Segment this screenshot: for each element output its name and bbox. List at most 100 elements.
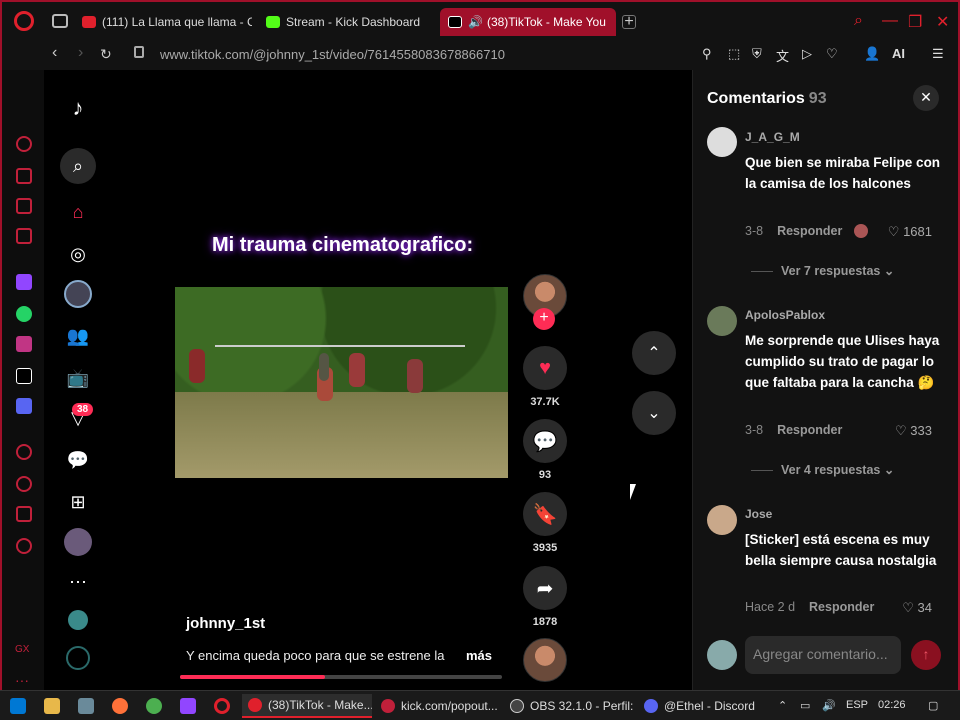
comment-like-button[interactable]: ♡ 34 xyxy=(902,600,932,616)
back-icon[interactable]: ‹ xyxy=(52,44,57,62)
volume-icon[interactable]: 🔊 xyxy=(822,699,836,712)
upload-icon[interactable]: ⊞ xyxy=(64,488,92,516)
speaker-icon[interactable]: 🔊 xyxy=(468,15,483,29)
instagram-icon[interactable] xyxy=(16,336,32,352)
close-window-icon[interactable]: ✕ xyxy=(936,12,949,32)
app-avatar[interactable] xyxy=(68,610,88,630)
comment-username[interactable]: Jose xyxy=(745,507,772,521)
comment-username[interactable]: ApolosPablox xyxy=(745,308,825,322)
more-button[interactable]: más xyxy=(466,648,492,663)
reply-button[interactable]: Responder xyxy=(809,600,874,614)
maximize-icon[interactable]: ❐ xyxy=(908,12,922,32)
previous-video-button[interactable]: ⌃ xyxy=(632,331,676,375)
follow-button[interactable]: + xyxy=(533,308,555,330)
sidebar-more-icon[interactable]: ··· xyxy=(15,672,29,688)
lock-icon[interactable] xyxy=(134,46,144,58)
profile-avatar[interactable] xyxy=(64,528,92,556)
taskbar-item-tiktok[interactable]: (38)TikTok - Make... xyxy=(242,694,372,718)
discord-icon[interactable] xyxy=(16,398,32,414)
history-icon[interactable] xyxy=(16,476,32,492)
comment-input[interactable]: Agregar comentario... xyxy=(745,636,901,674)
windows-start-icon[interactable] xyxy=(10,698,26,714)
shield-icon[interactable]: ⛨ xyxy=(752,46,762,62)
taskbar-item-discord[interactable]: @Ethel - Discord xyxy=(638,694,758,718)
reload-icon[interactable]: ↻ xyxy=(100,46,112,63)
view-replies-button[interactable]: Ver 4 respuestas ⌄ xyxy=(751,462,894,477)
comment-like-button[interactable]: ♡ 1681 xyxy=(888,224,932,240)
chrome-icon[interactable] xyxy=(146,698,162,714)
taskbar-item-kick[interactable]: kick.com/popout... xyxy=(375,694,500,718)
opera-taskbar-icon[interactable] xyxy=(214,698,230,714)
taskbar-item-obs[interactable]: OBS 32.1.0 - Perfil:... xyxy=(504,694,634,718)
comment-button[interactable]: 💬 xyxy=(523,419,567,463)
comment-avatar[interactable] xyxy=(707,127,737,157)
reply-button[interactable]: Responder xyxy=(777,224,842,238)
twitch-icon[interactable] xyxy=(16,274,32,290)
notification-icon[interactable]: ▢ xyxy=(928,699,938,712)
reply-button[interactable]: Responder xyxy=(777,423,842,437)
heart-icon[interactable]: ♡ xyxy=(826,46,838,62)
video-author[interactable]: johnny_1st xyxy=(186,615,265,632)
tab-island-icon[interactable] xyxy=(52,14,68,28)
comment-like-button[interactable]: ♡ 333 xyxy=(895,423,932,439)
gx-label: GX xyxy=(15,644,30,655)
search-icon[interactable]: ⌕ xyxy=(60,148,96,184)
comment-avatar[interactable] xyxy=(707,505,737,535)
forward-icon[interactable]: › xyxy=(78,44,83,62)
send-comment-button[interactable]: ↑ xyxy=(911,640,941,670)
network-icon[interactable]: ▭ xyxy=(800,699,810,712)
next-video-button[interactable]: ⌄ xyxy=(632,391,676,435)
view-replies-button[interactable]: Ver 7 respuestas ⌄ xyxy=(751,263,894,278)
tab-tiktok[interactable]: 🔊 (38)TikTok - Make You xyxy=(440,8,616,36)
firefox-icon[interactable] xyxy=(112,698,128,714)
opera-menu-icon[interactable] xyxy=(14,11,34,31)
search-tabs-icon[interactable]: ⌕ xyxy=(854,12,863,30)
pin-icon[interactable]: ⚲ xyxy=(702,46,712,62)
file-explorer-icon[interactable] xyxy=(44,698,60,714)
speed-icon[interactable] xyxy=(16,136,32,152)
play-icon[interactable]: ▷ xyxy=(802,46,812,62)
tab-kick[interactable]: Stream - Kick Dashboard xyxy=(266,8,436,36)
live-tv-icon[interactable]: 📺 xyxy=(64,364,92,392)
app-ring-icon[interactable] xyxy=(66,646,90,670)
sound-avatar[interactable] xyxy=(523,638,567,682)
url-field[interactable]: www.tiktok.com/@johnny_1st/video/7614558… xyxy=(160,47,505,62)
app-icon[interactable] xyxy=(78,698,94,714)
like-button[interactable]: ♥ xyxy=(523,346,567,390)
extensions-icon[interactable] xyxy=(16,506,32,522)
video-player[interactable]: Mi trauma cinematografico: johnny_1st Y … xyxy=(112,70,692,692)
clock[interactable]: 02:26 xyxy=(878,699,906,711)
tiktok-logo-icon[interactable]: ♪ xyxy=(64,94,92,122)
player-icon[interactable] xyxy=(16,444,32,460)
snapshot-icon[interactable]: ⬚ xyxy=(728,46,740,62)
settings-icon[interactable] xyxy=(16,538,32,554)
whatsapp-icon[interactable] xyxy=(16,306,32,322)
menu-icon[interactable]: ☰ xyxy=(932,46,944,62)
video-frame[interactable] xyxy=(175,287,508,478)
minimize-icon[interactable]: — xyxy=(882,12,898,30)
comment-username[interactable]: J_A_G_M xyxy=(745,130,800,144)
new-tab-button[interactable]: + xyxy=(622,14,636,30)
ai-button[interactable]: AI xyxy=(892,46,905,61)
tab-youtube[interactable]: (111) La Llama que llama - C xyxy=(82,8,252,36)
close-comments-button[interactable]: ✕ xyxy=(913,85,939,111)
share-button[interactable]: ➦ xyxy=(523,566,567,610)
more-icon[interactable]: ⋯ xyxy=(64,568,92,596)
home-icon[interactable]: ⌂ xyxy=(64,198,92,226)
tiktok-sidebar-icon[interactable] xyxy=(16,368,32,384)
gx-mods-icon[interactable] xyxy=(16,228,32,244)
explore-icon[interactable]: ◎ xyxy=(64,240,92,268)
tray-chevron-icon[interactable]: ⌃ xyxy=(778,699,787,712)
messages-icon[interactable]: 💬 xyxy=(64,446,92,474)
video-progress-bar[interactable] xyxy=(180,675,502,679)
save-button[interactable]: 🔖 xyxy=(523,492,567,536)
wallpaper-icon[interactable] xyxy=(16,198,32,214)
live-avatar[interactable] xyxy=(64,280,92,308)
store-icon[interactable] xyxy=(16,168,32,184)
twitch-taskbar-icon[interactable] xyxy=(180,698,196,714)
translate-icon[interactable]: 文 xyxy=(776,46,789,65)
language-indicator[interactable]: ESP xyxy=(846,699,868,711)
following-icon[interactable]: 👥 xyxy=(64,322,92,350)
account-icon[interactable]: 👤 xyxy=(864,46,880,62)
comment-avatar[interactable] xyxy=(707,306,737,336)
